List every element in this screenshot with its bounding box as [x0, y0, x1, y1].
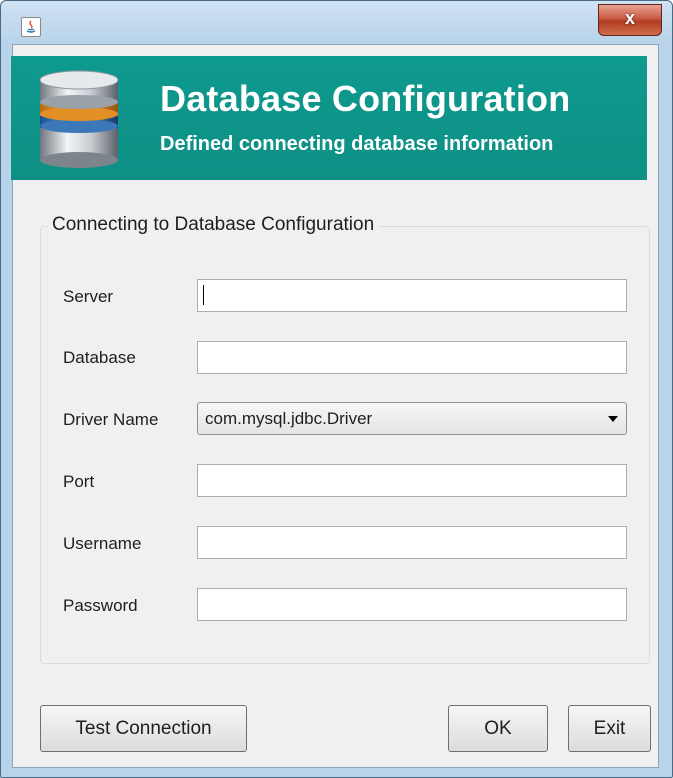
- test-connection-button[interactable]: Test Connection: [40, 705, 247, 752]
- ok-button[interactable]: OK: [448, 705, 548, 752]
- password-label: Password: [63, 596, 138, 615]
- server-label: Server: [63, 287, 114, 306]
- java-app-icon: [21, 17, 41, 37]
- username-input[interactable]: [197, 526, 627, 559]
- port-input[interactable]: [197, 464, 627, 497]
- database-icon: [39, 70, 119, 168]
- password-input[interactable]: [197, 588, 627, 621]
- banner-subtitle: Defined connecting database information: [160, 133, 554, 155]
- window-close-button[interactable]: x: [598, 4, 662, 36]
- database-input[interactable]: [197, 341, 627, 374]
- banner-title: Database Configuration: [160, 78, 571, 119]
- driver-name-value: com.mysql.jdbc.Driver: [205, 409, 373, 428]
- chevron-down-icon: [608, 416, 618, 422]
- port-label: Port: [63, 472, 95, 491]
- server-input[interactable]: [197, 279, 627, 312]
- database-label: Database: [63, 348, 136, 367]
- username-label: Username: [63, 534, 142, 553]
- group-title: Connecting to Database Configuration: [48, 214, 379, 236]
- exit-button[interactable]: Exit: [568, 705, 651, 752]
- driver-name-select[interactable]: com.mysql.jdbc.Driver: [197, 402, 627, 435]
- close-icon: x: [624, 8, 635, 28]
- driver-name-label: Driver Name: [63, 410, 159, 429]
- title-bar[interactable]: x: [1, 1, 672, 45]
- text-cursor: [203, 285, 204, 305]
